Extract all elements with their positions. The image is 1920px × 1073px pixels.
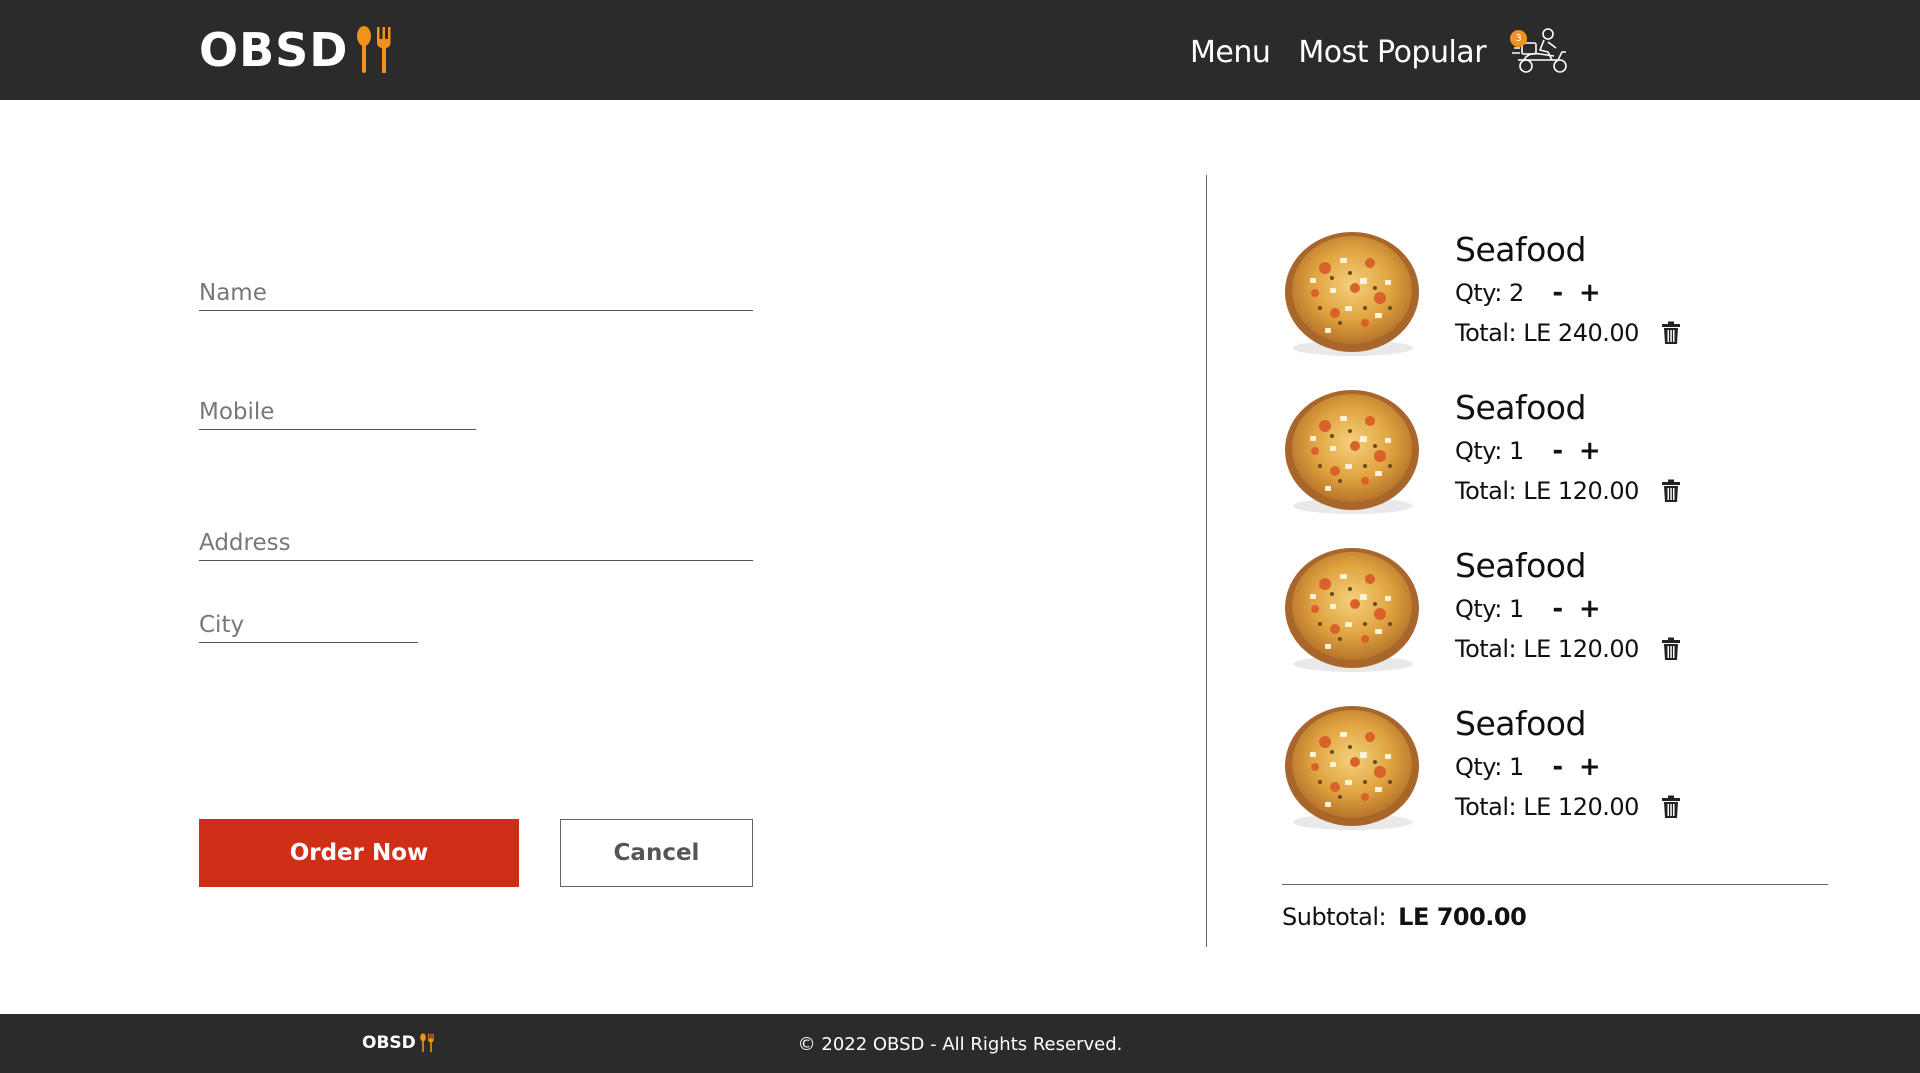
spoon-fork-icon xyxy=(357,26,391,73)
item-qty-row: Qty: 1- + xyxy=(1455,592,1602,626)
pizza-image xyxy=(1285,232,1419,356)
item-qty: Qty: 1 xyxy=(1455,595,1524,623)
pizza-thumbnail xyxy=(1280,702,1422,834)
increase-qty-button[interactable]: + xyxy=(1578,278,1602,308)
pizza-image xyxy=(1285,390,1419,514)
decrease-qty-button[interactable]: - xyxy=(1546,752,1570,782)
trash-icon xyxy=(1661,637,1680,660)
item-total: Total: LE 120.00 xyxy=(1455,635,1639,663)
trash-icon xyxy=(1661,479,1680,502)
city-input[interactable] xyxy=(199,608,418,642)
remove-item-button[interactable] xyxy=(1661,637,1681,661)
vertical-divider xyxy=(1206,175,1207,947)
mobile-input[interactable] xyxy=(199,395,476,429)
footer: OBSD © 2022 OBSD - All Rights Reserved. xyxy=(0,1014,1920,1073)
subtotal-label: Subtotal: xyxy=(1282,903,1387,931)
remove-item-button[interactable] xyxy=(1661,479,1681,503)
logo[interactable]: OBSD xyxy=(199,22,394,78)
item-name: Seafood xyxy=(1455,230,1586,269)
item-qty: Qty: 1 xyxy=(1455,437,1524,465)
item-name: Seafood xyxy=(1455,546,1586,585)
item-qty-row: Qty: 1- + xyxy=(1455,750,1602,784)
logo-text: OBSD xyxy=(199,23,349,77)
subtotal-value: LE 700.00 xyxy=(1398,903,1527,931)
name-input[interactable] xyxy=(199,276,753,310)
increase-qty-button[interactable]: + xyxy=(1578,752,1602,782)
pizza-image xyxy=(1285,706,1419,830)
item-name: Seafood xyxy=(1455,388,1586,427)
pizza-image xyxy=(1285,548,1419,672)
item-qty-row: Qty: 2- + xyxy=(1455,276,1602,310)
address-input[interactable] xyxy=(199,526,753,560)
item-total: Total: LE 120.00 xyxy=(1455,477,1639,505)
subtotal-divider xyxy=(1282,884,1828,885)
trash-icon xyxy=(1661,321,1680,344)
item-total: Total: LE 240.00 xyxy=(1455,319,1639,347)
mobile-field-wrapper xyxy=(199,395,476,430)
order-now-button[interactable]: Order Now xyxy=(199,819,519,887)
remove-item-button[interactable] xyxy=(1661,795,1681,819)
increase-qty-button[interactable]: + xyxy=(1578,594,1602,624)
item-total-row: Total: LE 240.00 xyxy=(1455,316,1681,350)
item-total-row: Total: LE 120.00 xyxy=(1455,790,1681,824)
subtotal: Subtotal: LE 700.00 xyxy=(1282,903,1527,931)
cancel-button[interactable]: Cancel xyxy=(560,819,753,887)
nav-most-popular-link[interactable]: Most Popular xyxy=(1298,33,1486,73)
decrease-qty-button[interactable]: - xyxy=(1546,278,1570,308)
item-qty: Qty: 2 xyxy=(1455,279,1524,307)
name-field-wrapper xyxy=(199,276,753,311)
top-navbar: OBSD Menu Most Popular 3 xyxy=(0,0,1920,100)
main-nav: Menu Most Popular 3 xyxy=(1190,28,1572,76)
nav-menu-link[interactable]: Menu xyxy=(1190,33,1271,73)
decrease-qty-button[interactable]: - xyxy=(1546,594,1570,624)
cart-item: Seafood Qty: 2- + Total: LE 240.00 xyxy=(1280,228,1700,368)
trash-icon xyxy=(1661,795,1680,818)
decrease-qty-button[interactable]: - xyxy=(1546,436,1570,466)
city-field-wrapper xyxy=(199,608,418,643)
item-name: Seafood xyxy=(1455,704,1586,743)
increase-qty-button[interactable]: + xyxy=(1578,436,1602,466)
cart-item: Seafood Qty: 1- + Total: LE 120.00 xyxy=(1280,386,1700,526)
pizza-thumbnail xyxy=(1280,386,1422,518)
item-qty-row: Qty: 1- + xyxy=(1455,434,1602,468)
item-total-row: Total: LE 120.00 xyxy=(1455,474,1681,508)
address-field-wrapper xyxy=(199,526,753,561)
cart-button[interactable]: 3 xyxy=(1510,26,1572,76)
cart-item: Seafood Qty: 1- + Total: LE 120.00 xyxy=(1280,702,1700,842)
pizza-thumbnail xyxy=(1280,228,1422,360)
item-total-row: Total: LE 120.00 xyxy=(1455,632,1681,666)
item-total: Total: LE 120.00 xyxy=(1455,793,1639,821)
cart-count-badge: 3 xyxy=(1510,30,1528,47)
remove-item-button[interactable] xyxy=(1661,321,1681,345)
cart-item: Seafood Qty: 1- + Total: LE 120.00 xyxy=(1280,544,1700,684)
pizza-thumbnail xyxy=(1280,544,1422,676)
item-qty: Qty: 1 xyxy=(1455,753,1524,781)
copyright-text: © 2022 OBSD - All Rights Reserved. xyxy=(797,1034,1123,1055)
